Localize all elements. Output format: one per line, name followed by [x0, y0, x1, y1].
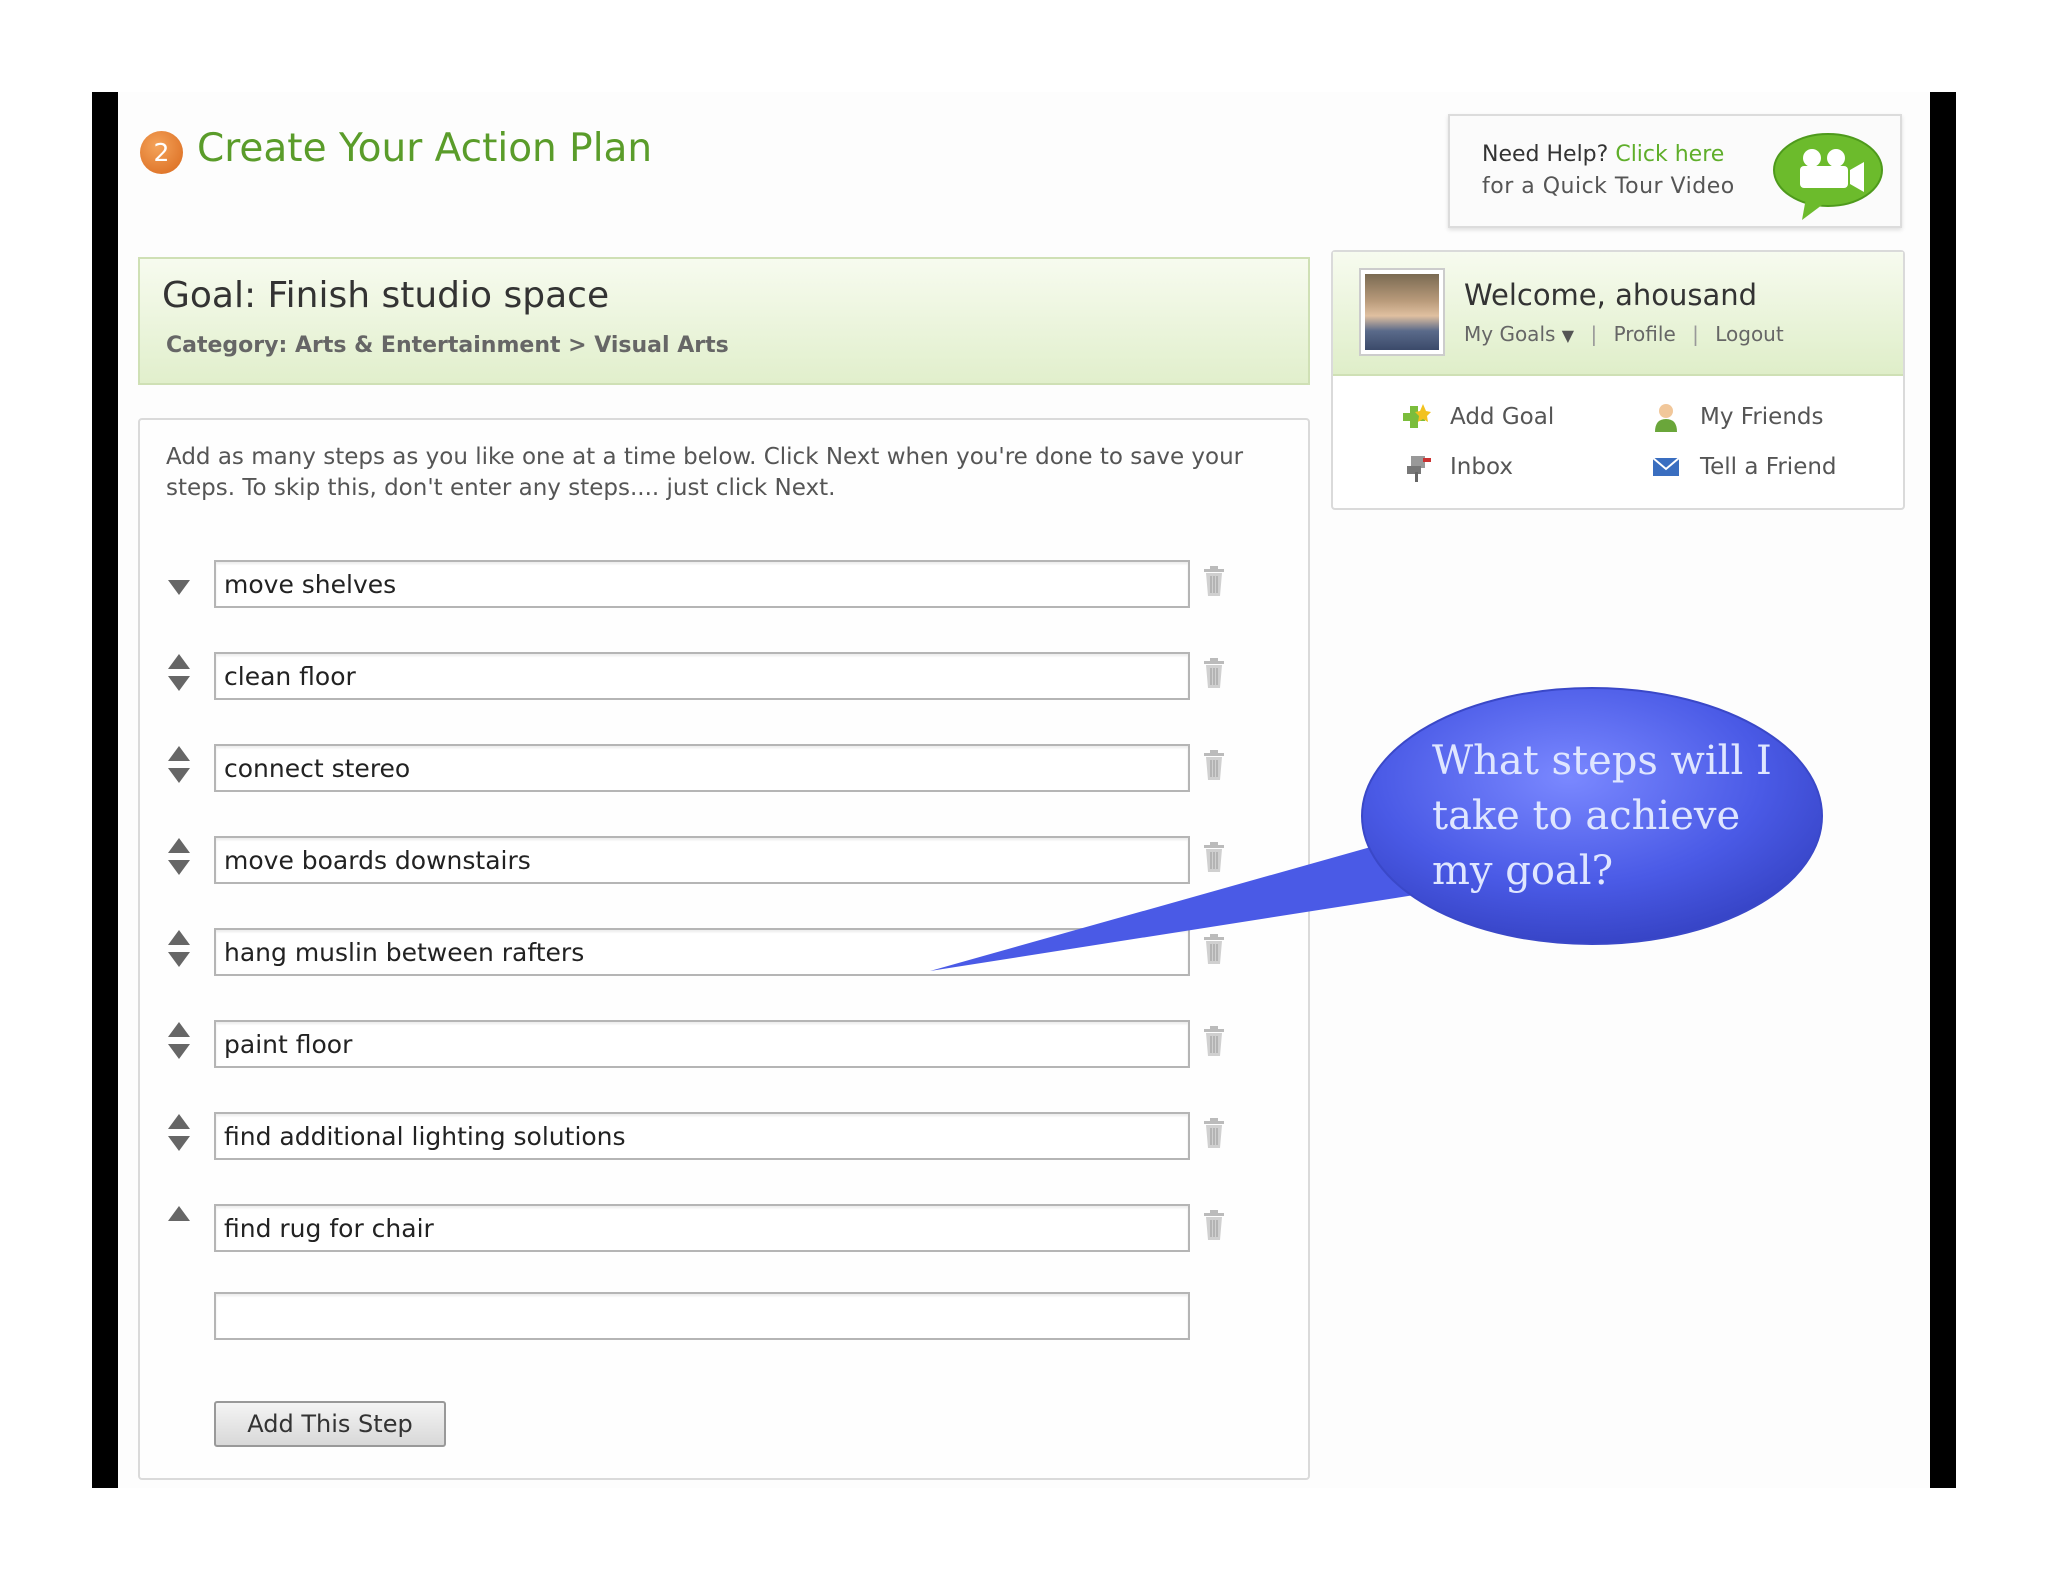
trash-icon[interactable]	[1202, 566, 1226, 596]
step-input[interactable]	[214, 560, 1190, 608]
add-goal-icon	[1403, 404, 1431, 428]
move-up-icon[interactable]	[168, 654, 190, 669]
welcome-message: Welcome, ahousand	[1464, 278, 1758, 312]
tell-a-friend-link[interactable]: Tell a Friend	[1700, 454, 1837, 480]
move-up-icon[interactable]	[168, 838, 190, 853]
help-subtext: for a Quick Tour Video	[1482, 174, 1735, 199]
move-down-icon[interactable]	[168, 1136, 190, 1151]
move-down-icon[interactable]	[168, 1044, 190, 1059]
move-down-icon[interactable]	[168, 860, 190, 875]
help-text: Need Help? Click here	[1482, 142, 1724, 167]
right-border	[1930, 92, 1956, 1488]
trash-icon[interactable]	[1202, 1210, 1226, 1240]
inbox-link[interactable]: Inbox	[1450, 454, 1513, 480]
quick-tour-link[interactable]: Click here	[1615, 142, 1724, 167]
envelope-icon	[1652, 457, 1680, 476]
move-down-icon[interactable]	[168, 768, 190, 783]
add-step-button[interactable]: Add This Step	[214, 1401, 446, 1447]
chevron-down-icon: ▼	[1561, 326, 1575, 345]
slide: 2 Create Your Action Plan Need Help? Cli…	[0, 0, 2048, 1582]
step-input[interactable]	[214, 1112, 1190, 1160]
move-down-icon[interactable]	[168, 952, 190, 967]
profile-link[interactable]: Profile	[1614, 322, 1676, 346]
help-prefix: Need Help?	[1482, 142, 1609, 167]
logout-link[interactable]: Logout	[1715, 322, 1783, 346]
step-row	[140, 560, 1312, 608]
trash-icon[interactable]	[1202, 1118, 1226, 1148]
user-links: My Goals ▼ | Profile | Logout	[1464, 322, 1784, 346]
step-row	[140, 1204, 1312, 1252]
friends-icon	[1655, 404, 1677, 432]
goal-category: Category: Arts & Entertainment > Visual …	[166, 333, 729, 358]
new-step-input[interactable]	[214, 1292, 1190, 1340]
goal-title: Goal: Finish studio space	[162, 275, 610, 316]
move-up-icon[interactable]	[168, 1114, 190, 1129]
video-camera-icon[interactable]	[1766, 128, 1886, 224]
step-input[interactable]	[214, 1020, 1190, 1068]
goal-header: Goal: Finish studio space Category: Arts…	[138, 257, 1310, 385]
move-up-icon[interactable]	[168, 1206, 190, 1221]
trash-icon[interactable]	[1202, 658, 1226, 688]
avatar[interactable]	[1359, 268, 1445, 356]
help-box: Need Help? Click here for a Quick Tour V…	[1448, 114, 1902, 228]
page-title: Create Your Action Plan	[197, 126, 653, 171]
step-row	[140, 1112, 1312, 1160]
inbox-icon	[1407, 456, 1431, 482]
user-panel-header: Welcome, ahousand My Goals ▼ | Profile |…	[1333, 252, 1903, 376]
add-goal-link[interactable]: Add Goal	[1450, 404, 1554, 430]
divider: |	[1692, 322, 1699, 346]
left-border	[92, 92, 118, 1488]
new-step-row	[140, 1292, 1312, 1340]
trash-icon[interactable]	[1202, 1026, 1226, 1056]
step-row	[140, 1020, 1312, 1068]
my-goals-link[interactable]: My Goals ▼	[1464, 322, 1574, 346]
move-up-icon[interactable]	[168, 930, 190, 945]
my-friends-link[interactable]: My Friends	[1700, 404, 1823, 430]
divider: |	[1590, 322, 1598, 346]
move-up-icon[interactable]	[168, 1022, 190, 1037]
move-up-icon[interactable]	[168, 746, 190, 761]
step-number-badge: 2	[140, 131, 183, 174]
instructions-text: Add as many steps as you like one at a t…	[166, 444, 1244, 501]
step-input[interactable]	[214, 1204, 1190, 1252]
move-down-icon[interactable]	[168, 580, 190, 595]
move-down-icon[interactable]	[168, 676, 190, 691]
user-panel: Welcome, ahousand My Goals ▼ | Profile |…	[1331, 250, 1905, 510]
callout-text: What steps will I take to achieve my goa…	[1432, 738, 1772, 894]
